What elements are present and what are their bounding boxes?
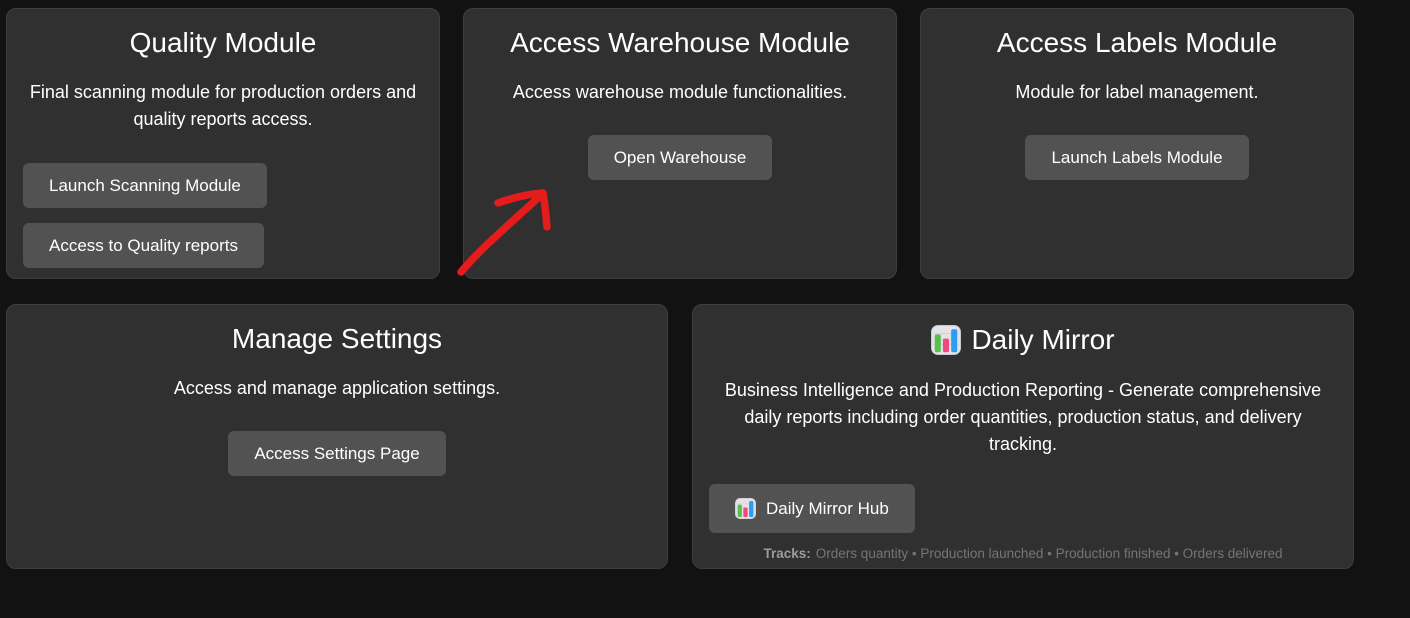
- daily-mirror-buttons: Daily Mirror Hub: [709, 484, 1337, 533]
- access-settings-page-button[interactable]: Access Settings Page: [228, 431, 445, 476]
- daily-mirror-title: Daily Mirror: [709, 325, 1337, 355]
- launch-scanning-module-button[interactable]: Launch Scanning Module: [23, 163, 267, 208]
- module-dashboard: Quality Module Final scanning module for…: [6, 8, 1354, 569]
- card-warehouse-module: Access Warehouse Module Access warehouse…: [463, 8, 897, 279]
- quality-module-buttons: Launch Scanning Module Access to Quality…: [23, 163, 423, 268]
- open-warehouse-button[interactable]: Open Warehouse: [588, 135, 773, 180]
- quality-module-title: Quality Module: [23, 29, 423, 57]
- tracks-label: Tracks:: [764, 546, 811, 561]
- launch-labels-module-button[interactable]: Launch Labels Module: [1025, 135, 1248, 180]
- tracks-text: Orders quantity • Production launched • …: [816, 546, 1283, 561]
- manage-settings-buttons: Access Settings Page: [23, 431, 651, 476]
- access-quality-reports-button[interactable]: Access to Quality reports: [23, 223, 264, 268]
- quality-module-description: Final scanning module for production ord…: [23, 79, 423, 133]
- warehouse-module-buttons: Open Warehouse: [480, 135, 880, 180]
- labels-module-buttons: Launch Labels Module: [937, 135, 1337, 180]
- daily-mirror-title-text: Daily Mirror: [971, 326, 1114, 354]
- daily-mirror-hub-button[interactable]: Daily Mirror Hub: [709, 484, 915, 533]
- daily-mirror-description: Business Intelligence and Production Rep…: [711, 377, 1335, 458]
- manage-settings-description: Access and manage application settings.: [23, 375, 651, 402]
- labels-module-description: Module for label management.: [937, 79, 1337, 106]
- warehouse-module-description: Access warehouse module functionalities.: [480, 79, 880, 106]
- bar-chart-emoji-icon: [931, 325, 961, 355]
- daily-mirror-hub-button-label: Daily Mirror Hub: [766, 500, 889, 517]
- top-card-row: Quality Module Final scanning module for…: [6, 8, 1354, 279]
- manage-settings-title: Manage Settings: [23, 325, 651, 353]
- card-quality-module: Quality Module Final scanning module for…: [6, 8, 440, 279]
- card-manage-settings: Manage Settings Access and manage applic…: [6, 304, 668, 569]
- card-daily-mirror: Daily Mirror Business Intelligence and P…: [692, 304, 1354, 569]
- warehouse-module-title: Access Warehouse Module: [480, 29, 880, 57]
- daily-mirror-tracks-line: Tracks: Orders quantity • Production laun…: [709, 546, 1337, 561]
- labels-module-title: Access Labels Module: [937, 29, 1337, 57]
- bottom-card-row: Manage Settings Access and manage applic…: [6, 304, 1354, 569]
- bar-chart-emoji-icon: [735, 498, 756, 519]
- card-labels-module: Access Labels Module Module for label ma…: [920, 8, 1354, 279]
